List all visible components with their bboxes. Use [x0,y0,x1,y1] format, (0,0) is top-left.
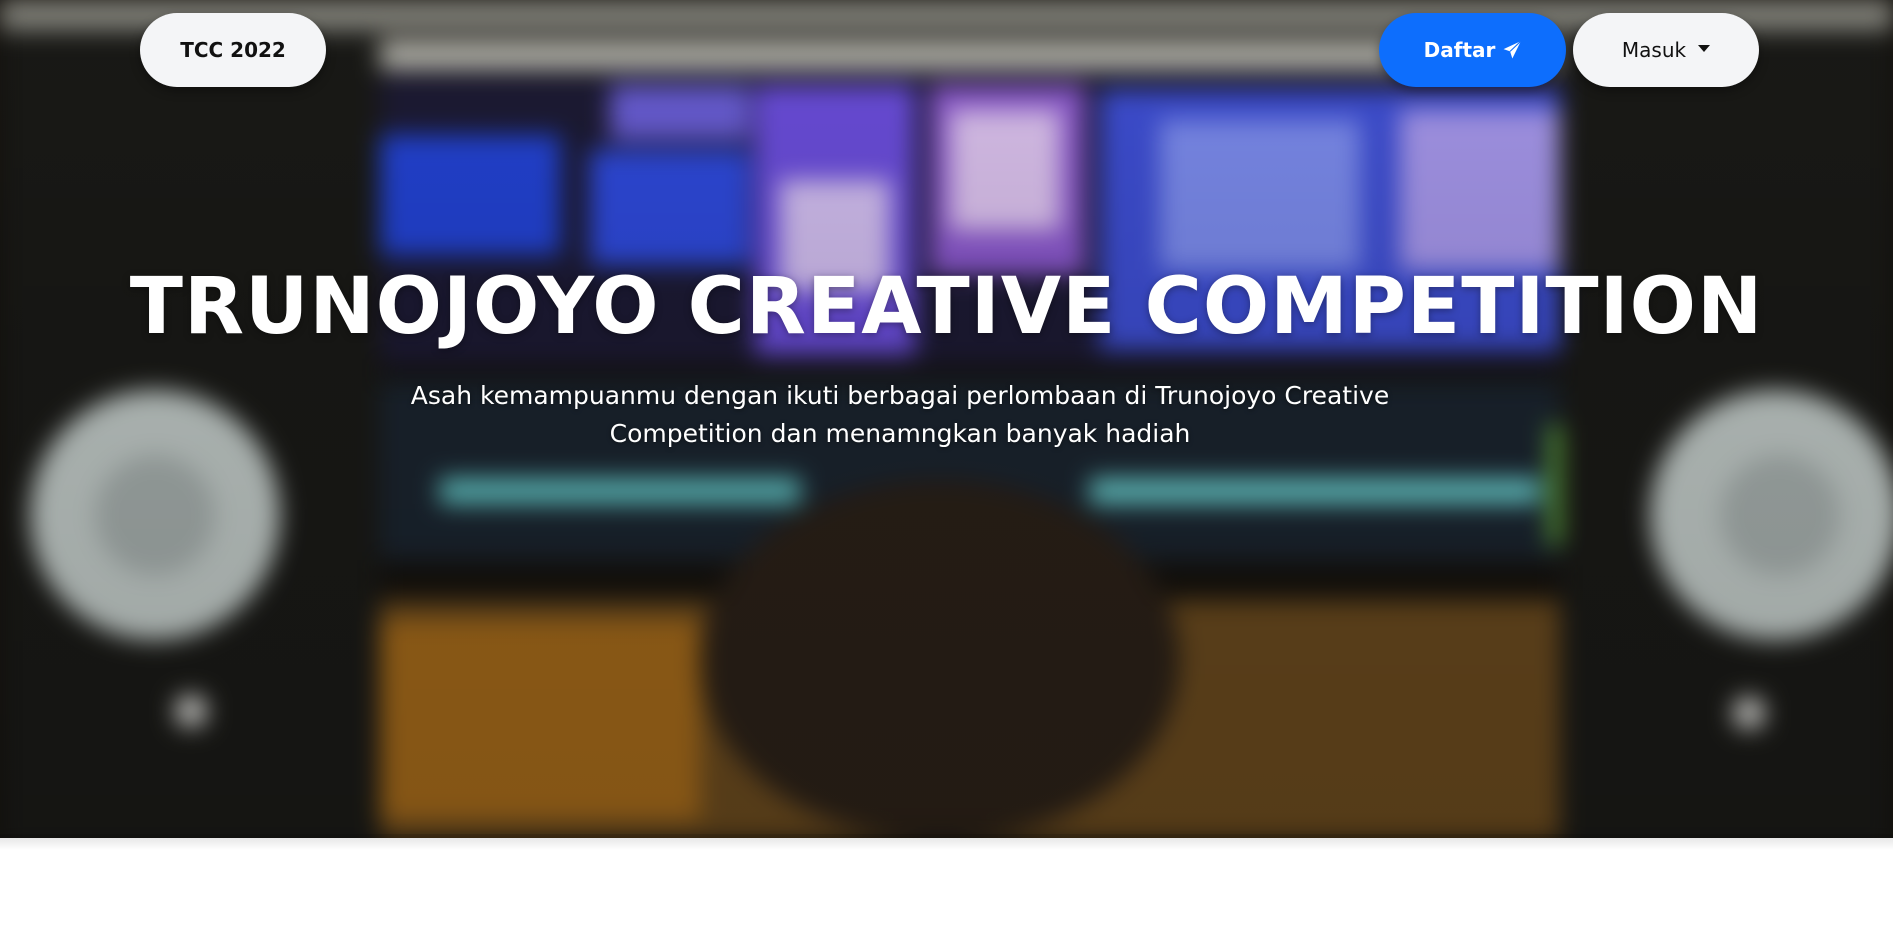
caret-down-icon [1698,44,1711,52]
login-dropdown-button[interactable]: Masuk [1573,13,1759,87]
hero-subtitle-line-2: Competition dan menamngkan banyak hadiah [609,419,1191,448]
register-button[interactable]: Daftar [1379,13,1566,87]
hero-subtitle: Asah kemampuanmu dengan ikuti berbagai p… [390,377,1410,453]
send-icon [1503,41,1522,59]
hero-title: TRUNOJOYO CREATIVE COMPETITION [129,262,1764,352]
hero-divider-shadow [0,834,1893,850]
brand-logo-button[interactable]: TCC 2022 [140,13,326,87]
brand-label: TCC 2022 [180,38,286,62]
register-label: Daftar [1423,38,1496,62]
hero-section: TRUNOJOYO CREATIVE COMPETITION Asah kema… [0,0,1893,838]
hero-subtitle-line-1: Asah kemampuanmu dengan ikuti berbagai p… [410,381,1390,410]
login-label: Masuk [1621,38,1687,62]
